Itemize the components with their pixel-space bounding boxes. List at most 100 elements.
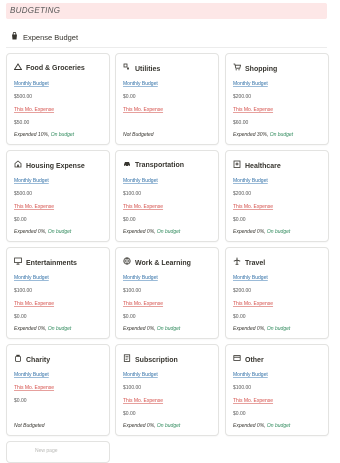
monthly-expense-value: $50.00 — [14, 120, 30, 126]
budget-card-travel[interactable]: Travel Monthly Budget $200.00 This Mo. Expe… — [225, 247, 329, 339]
expended-text: Expended 0%, — [14, 229, 47, 235]
monthly-expense-label: This Mo. Expense — [233, 204, 274, 210]
monthly-budget-value: $200.00 — [233, 288, 252, 294]
budget-status: Expended 0%, On budget — [233, 229, 290, 235]
monthly-expense-value: $0.00 — [233, 411, 246, 417]
expended-text: Not Budgeted — [14, 423, 45, 429]
utilities-icon — [123, 63, 132, 73]
monthly-expense-label: This Mo. Expense — [233, 398, 274, 404]
monthly-budget-label: Monthly Budget — [233, 372, 268, 378]
card-title-text: Healthcare — [245, 163, 281, 170]
monthly-expense-value: $0.00 — [14, 314, 27, 320]
expended-text: Expended 0%, — [123, 423, 156, 429]
on-budget-text: On budget — [47, 229, 72, 235]
section-divider — [6, 47, 327, 48]
monthly-budget-label: Monthly Budget — [14, 275, 49, 281]
monthly-expense-label: This Mo. Expense — [123, 398, 164, 404]
monthly-expense-label: This Mo. Expense — [14, 385, 55, 391]
charity-jar-icon — [14, 354, 23, 364]
monthly-budget-label: Monthly Budget — [233, 178, 268, 184]
card-title: Entertainments — [14, 257, 77, 267]
monthly-budget-label: Monthly Budget — [123, 275, 158, 281]
budget-status: Expended 0%, On budget — [123, 229, 180, 235]
monthly-budget-label: Monthly Budget — [123, 81, 158, 87]
section-title-text: Expense Budget — [23, 33, 79, 42]
banner-title: BUDGETING — [10, 6, 61, 15]
monthly-expense-label: This Mo. Expense — [233, 107, 274, 113]
expended-text: Expended 0%, — [123, 326, 156, 332]
house-icon — [14, 160, 23, 170]
budget-card-other[interactable]: Other Monthly Budget $100.00 This Mo. Expen… — [225, 344, 329, 436]
on-budget-text: On budget — [156, 423, 181, 429]
card-title: Healthcare — [233, 160, 281, 170]
expended-text: Expended 0%, — [233, 326, 266, 332]
budget-card-utilities[interactable]: Utilities Monthly Budget $0.00 This Mo. Exp… — [115, 53, 219, 145]
on-budget-text: On budget — [266, 326, 291, 332]
card-title: Travel — [233, 257, 265, 267]
monthly-expense-label: This Mo. Expense — [123, 301, 164, 307]
card-title-text: Other — [245, 357, 264, 364]
monthly-budget-label: Monthly Budget — [14, 372, 49, 378]
card-title-text: Shopping — [245, 66, 278, 73]
monthly-budget-value: $100.00 — [233, 385, 252, 391]
budget-card-subscription[interactable]: Subscription Monthly Budget $100.00 This Mo… — [115, 344, 219, 436]
airplane-icon — [233, 257, 242, 267]
monthly-budget-value: $100.00 — [123, 288, 142, 294]
monthly-expense-label: This Mo. Expense — [233, 301, 274, 307]
card-title: Utilities — [123, 63, 160, 73]
monthly-expense-label: This Mo. Expense — [14, 301, 55, 307]
shopping-bag-icon — [11, 31, 19, 42]
budget-card-food-and-groceries[interactable]: Food & Groceries Monthly Budget $500.00 Thi… — [6, 53, 110, 145]
expended-text: Not Budgeted — [123, 132, 154, 138]
mountain-icon — [13, 63, 23, 72]
monthly-expense-value: $0.00 — [123, 411, 136, 417]
car-icon — [123, 160, 132, 169]
budget-card-healthcare[interactable]: Healthcare Monthly Budget $200.00 This Mo. … — [225, 150, 329, 242]
budget-card-grid: Food & Groceries Monthly Budget $500.00 Thi… — [6, 53, 329, 453]
expended-text: Expended 0%, — [233, 423, 266, 429]
card-title: Other — [233, 354, 264, 364]
hospital-icon — [233, 160, 242, 170]
monthly-budget-value: $200.00 — [233, 191, 252, 197]
budget-status: Expended 0%, On budget — [123, 326, 180, 332]
monthly-budget-value: $500.00 — [14, 94, 33, 100]
card-title-text: Charity — [26, 357, 51, 364]
on-budget-text: On budget — [156, 326, 181, 332]
card-title: Subscription — [123, 354, 178, 364]
expended-text: Expended 0%, — [123, 229, 156, 235]
monthly-budget-value: $500.00 — [14, 191, 33, 197]
budget-card-charity[interactable]: Charity Monthly Budget This Mo. Expense $0.… — [6, 344, 110, 436]
card-title-text: Food & Groceries — [26, 65, 85, 72]
budget-card-entertainments[interactable]: Entertainments Monthly Budget $100.00 This … — [6, 247, 110, 339]
monthly-budget-label: Monthly Budget — [14, 178, 49, 184]
on-budget-text: On budget — [50, 132, 75, 138]
monthly-budget-label: Monthly Budget — [123, 178, 158, 184]
budget-card-work-and-learning[interactable]: Work & Learning Monthly Budget $100.00 This… — [115, 247, 219, 339]
card-title: Housing Expense — [14, 160, 85, 170]
card-title-text: Subscription — [135, 357, 178, 364]
on-budget-text: On budget — [266, 229, 291, 235]
on-budget-text: On budget — [156, 229, 181, 235]
budget-status: Expended 30%, On budget — [233, 132, 293, 138]
budget-status: Expended 0%, On budget — [14, 326, 71, 332]
card-title-text: Transportation — [135, 162, 185, 169]
expended-text: Expended 0%, — [14, 326, 47, 332]
monthly-budget-value: $100.00 — [123, 191, 142, 197]
budget-card-transportation[interactable]: Transportation Monthly Budget $100.00 This … — [115, 150, 219, 242]
monthly-budget-value: $100.00 — [123, 385, 142, 391]
shopping-cart-icon — [233, 63, 242, 73]
budget-status: Expended 10%, On budget — [14, 132, 74, 138]
globe-icon — [123, 257, 132, 267]
budget-card-shopping[interactable]: Shopping Monthly Budget $200.00 This Mo. Ex… — [225, 53, 329, 145]
receipt-icon — [123, 354, 132, 364]
monthly-budget-value: $200.00 — [233, 94, 252, 100]
new-page-card[interactable]: New page — [6, 441, 110, 463]
monthly-expense-label: This Mo. Expense — [123, 204, 164, 210]
budget-card-housing-expense[interactable]: Housing Expense Monthly Budget $500.00 This… — [6, 150, 110, 242]
card-title-text: Entertainments — [26, 260, 77, 267]
monthly-budget-label: Monthly Budget — [233, 275, 268, 281]
monthly-expense-value: $0.00 — [123, 314, 136, 320]
on-budget-text: On budget — [269, 132, 294, 138]
budget-status: Not Budgeted — [123, 132, 154, 138]
section-title[interactable]: Expense Budget — [11, 31, 79, 42]
